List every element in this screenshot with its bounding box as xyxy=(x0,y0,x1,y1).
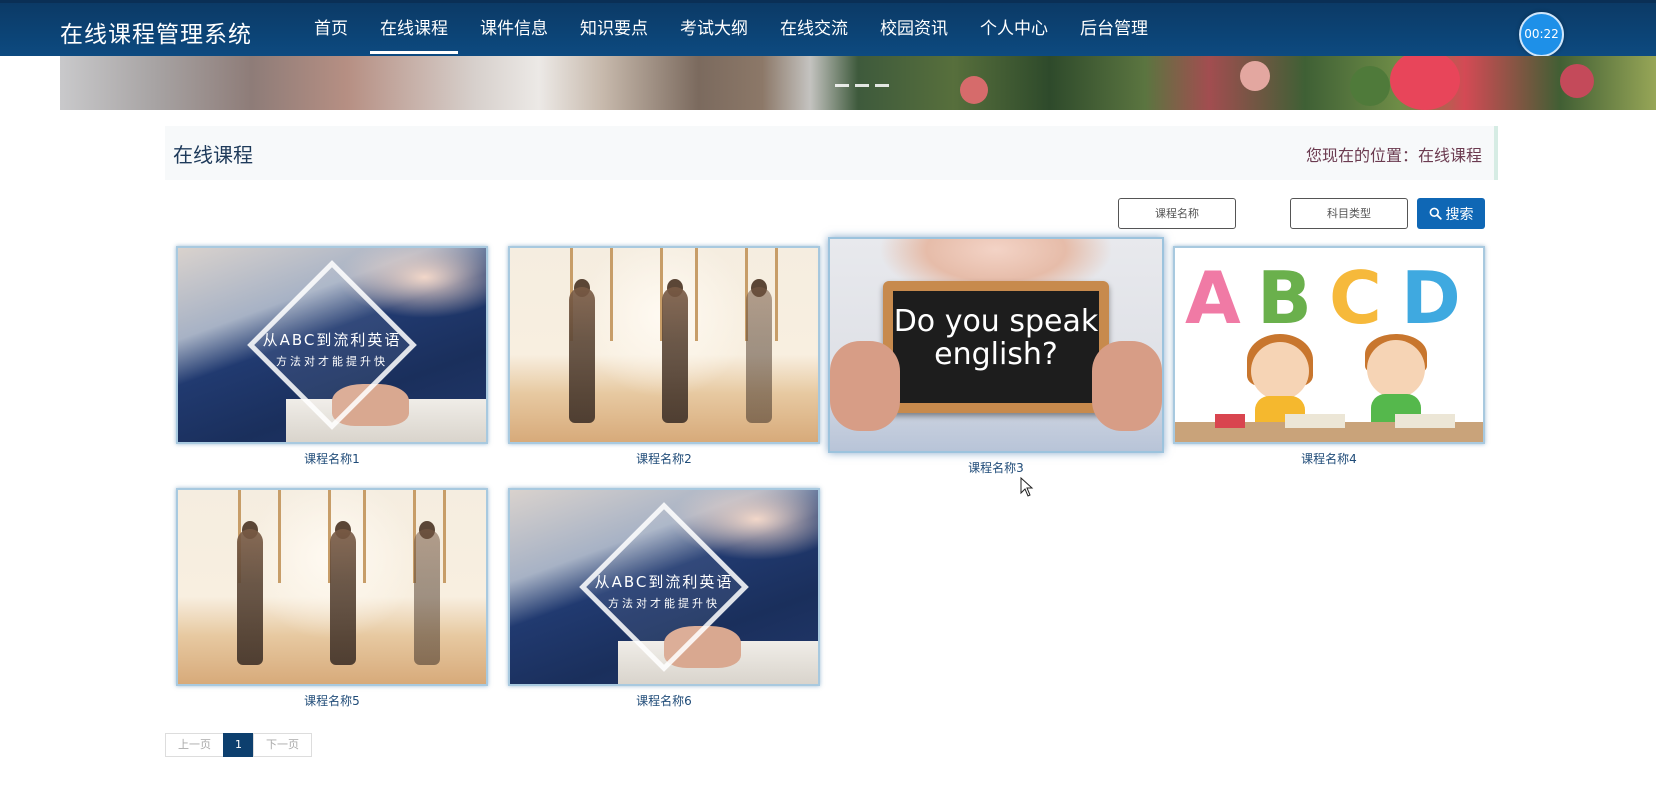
page-title: 在线课程 xyxy=(173,143,253,167)
nav-item-home[interactable]: 首页 xyxy=(298,3,364,56)
course-card-5[interactable]: 课程名称5 xyxy=(176,488,488,709)
nav-item-exam-syllabus[interactable]: 考试大纲 xyxy=(664,3,764,56)
nav-item-online-courses[interactable]: 在线课程 xyxy=(364,3,464,56)
thumbnail-overlay-subtitle: 方法对才能提升快 xyxy=(276,354,388,368)
course-card-1[interactable]: 从ABC到流利英语 方法对才能提升快 课程名称1 xyxy=(176,246,488,467)
course-thumbnail[interactable] xyxy=(176,488,488,686)
search-button-label: 搜索 xyxy=(1445,206,1474,223)
thumbnail-overlay-title: 从ABC到流利英语 xyxy=(262,331,402,350)
prev-page-button[interactable]: 上一页 xyxy=(165,733,224,757)
course-name-link[interactable]: 课程名称3 xyxy=(828,459,1164,476)
site-brand[interactable]: 在线课程管理系统 xyxy=(60,15,252,49)
section-title-bar: 在线课程 您现在的位置：在线课程 xyxy=(165,126,1498,180)
course-card-2[interactable]: 课程名称2 xyxy=(508,246,820,467)
search-button[interactable]: 搜索 xyxy=(1417,198,1485,229)
nav-item-courseware[interactable]: 课件信息 xyxy=(464,3,564,56)
course-thumbnail[interactable]: 从ABC到流利英语 方法对才能提升快 xyxy=(508,488,820,686)
main-nav: 首页 在线课程 课件信息 知识要点 考试大纲 在线交流 校园资讯 个人中心 后台… xyxy=(298,3,1164,56)
course-name-link[interactable]: 课程名称5 xyxy=(176,692,488,709)
course-name-link[interactable]: 课程名称4 xyxy=(1173,450,1485,467)
thumbnail-board-text: Do you speak english? xyxy=(893,304,1099,373)
course-name-input[interactable]: 课程名称 xyxy=(1118,198,1236,229)
course-thumbnail[interactable]: 从ABC到流利英语 方法对才能提升快 xyxy=(176,246,488,444)
pagination: 上一页 1 下一页 xyxy=(165,733,312,757)
next-page-button[interactable]: 下一页 xyxy=(253,733,312,757)
course-card-6[interactable]: 从ABC到流利英语 方法对才能提升快 课程名称6 xyxy=(508,488,820,709)
thumbnail-letter-d: D xyxy=(1401,256,1461,340)
thumbnail-letter-c: C xyxy=(1329,256,1382,340)
nav-item-admin[interactable]: 后台管理 xyxy=(1064,3,1164,56)
thumbnail-letter-a: A xyxy=(1185,256,1241,340)
course-name-link[interactable]: 课程名称2 xyxy=(508,450,820,467)
search-icon xyxy=(1429,207,1442,220)
timer-badge[interactable]: 00:22 xyxy=(1519,12,1564,57)
course-thumbnail[interactable]: Do you speak english? xyxy=(828,237,1164,453)
subject-type-input[interactable]: 科目类型 xyxy=(1290,198,1408,229)
banner-carousel-dots[interactable] xyxy=(835,84,889,87)
nav-item-campus-news[interactable]: 校园资讯 xyxy=(864,3,964,56)
page-number-current[interactable]: 1 xyxy=(223,733,254,757)
thumbnail-letter-b: B xyxy=(1257,256,1312,340)
nav-item-personal-center[interactable]: 个人中心 xyxy=(964,3,1064,56)
course-thumbnail[interactable]: A B C D xyxy=(1173,246,1485,444)
thumbnail-overlay-title: 从ABC到流利英语 xyxy=(594,573,734,592)
banner-image xyxy=(60,56,1656,110)
top-header: 在线课程管理系统 首页 在线课程 课件信息 知识要点 考试大纲 在线交流 校园资… xyxy=(0,0,1656,57)
nav-item-online-forum[interactable]: 在线交流 xyxy=(764,3,864,56)
breadcrumb: 您现在的位置：在线课程 xyxy=(1305,146,1482,165)
course-card-4[interactable]: A B C D 课程名称4 xyxy=(1173,246,1485,467)
thumbnail-overlay-subtitle: 方法对才能提升快 xyxy=(608,596,720,610)
mouse-cursor-icon xyxy=(1020,477,1034,497)
course-name-link[interactable]: 课程名称6 xyxy=(508,692,820,709)
course-thumbnail[interactable] xyxy=(508,246,820,444)
course-card-3[interactable]: Do you speak english? 课程名称3 xyxy=(828,237,1164,476)
nav-item-knowledge-points[interactable]: 知识要点 xyxy=(564,3,664,56)
course-name-link[interactable]: 课程名称1 xyxy=(176,450,488,467)
